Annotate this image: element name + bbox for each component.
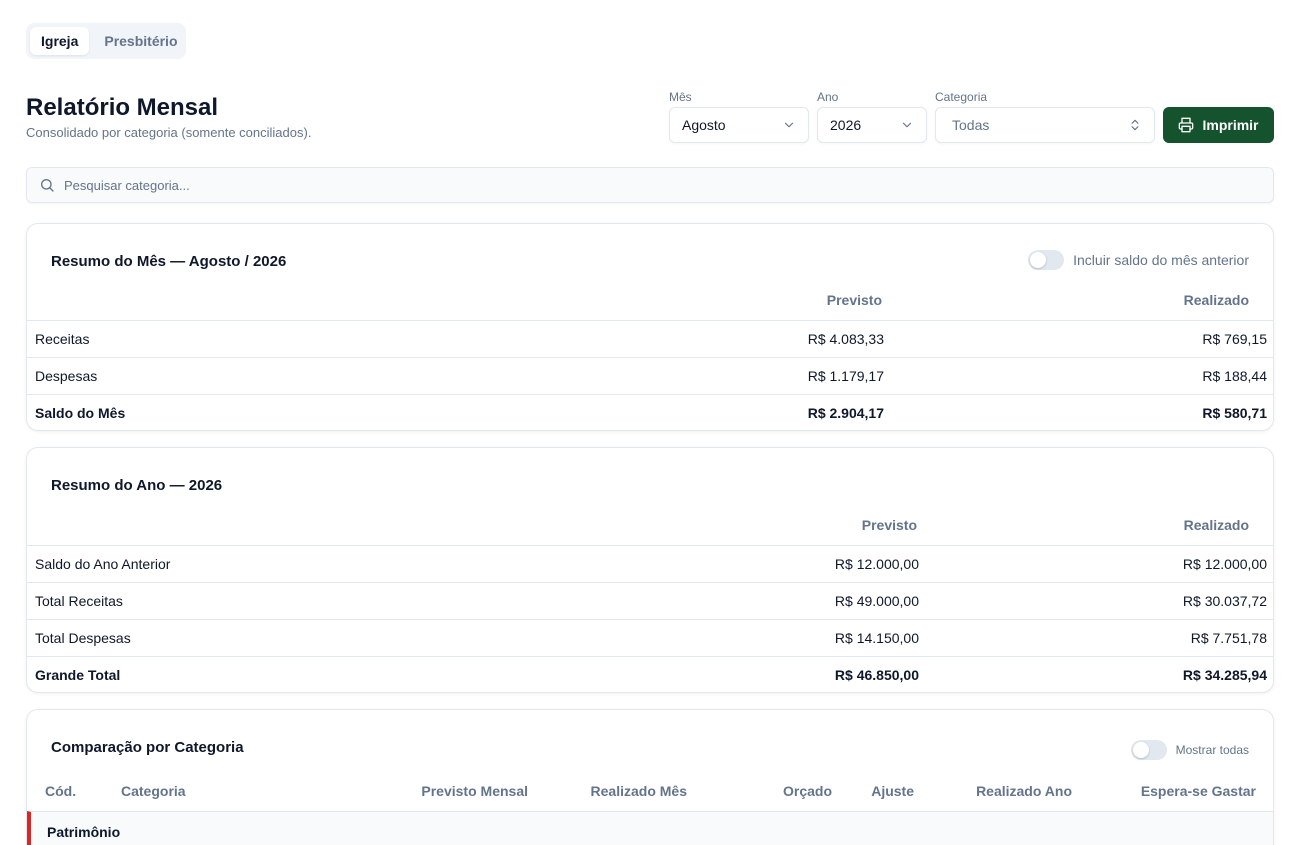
table-row: Total Despesas R$ 14.150,00 R$ 7.751,78 xyxy=(27,619,1273,656)
month-select[interactable]: Agosto xyxy=(669,107,809,143)
row-realizado: R$ 12.000,00 xyxy=(1182,556,1267,572)
row-realizado: R$ 769,15 xyxy=(1202,331,1267,347)
tab-igreja[interactable]: Igreja xyxy=(30,27,90,55)
search-icon xyxy=(41,179,54,192)
column-header-previsto-mensal: Previsto Mensal xyxy=(421,783,528,799)
month-filter-label: Mês xyxy=(669,90,692,104)
category-group-label: Patrimônio xyxy=(47,824,121,840)
column-header-previsto: Previsto xyxy=(861,517,917,533)
page-subtitle: Consolidado por categoria (somente conci… xyxy=(26,125,312,140)
year-select-value: 2026 xyxy=(830,117,862,133)
row-label: Saldo do Mês xyxy=(35,405,126,421)
row-realizado: R$ 188,44 xyxy=(1202,368,1267,384)
row-previsto: R$ 14.150,00 xyxy=(834,630,919,646)
chevron-down-icon xyxy=(784,122,794,128)
column-header-espera-se-gastar: Espera-se Gastar xyxy=(1140,783,1256,799)
row-previsto: R$ 46.850,00 xyxy=(834,667,919,683)
total-row: Saldo do Mês R$ 2.904,17 R$ 580,71 xyxy=(27,394,1273,430)
include-previous-balance-toggle[interactable] xyxy=(1028,250,1065,270)
column-header-realizado: Realizado xyxy=(1183,517,1249,533)
year-filter-label: Ano xyxy=(817,90,839,104)
column-header-cod: Cód. xyxy=(45,783,77,799)
row-previsto: R$ 1.179,17 xyxy=(807,368,884,384)
category-comparison-title: Comparação por Categoria xyxy=(51,739,244,756)
column-header-realizado: Realizado xyxy=(1183,292,1249,308)
print-button[interactable]: Imprimir xyxy=(1163,107,1274,143)
printer-icon xyxy=(1179,117,1194,133)
row-label: Despesas xyxy=(35,368,98,384)
show-all-toggle-wrap: Mostrar todas xyxy=(1130,740,1249,760)
show-all-toggle[interactable] xyxy=(1130,740,1167,760)
context-tabs: Igreja Presbitério xyxy=(26,23,186,59)
category-comparison-card: Comparação por Categoria Mostrar todas C… xyxy=(26,709,1274,845)
chevron-down-icon xyxy=(902,122,912,128)
row-label: Total Despesas xyxy=(35,630,131,646)
month-select-value: Agosto xyxy=(682,117,726,133)
column-header-orcado: Orçado xyxy=(782,783,832,799)
table-row: Receitas R$ 4.083,33 R$ 769,15 xyxy=(27,320,1273,357)
column-header-categoria: Categoria xyxy=(121,783,186,799)
row-label: Saldo do Ano Anterior xyxy=(35,556,171,572)
row-previsto: R$ 4.083,33 xyxy=(807,331,884,347)
search-input[interactable] xyxy=(64,177,1164,193)
search-bar xyxy=(26,167,1274,203)
row-realizado: R$ 7.751,78 xyxy=(1190,630,1267,646)
year-select[interactable]: 2026 xyxy=(817,107,927,143)
column-header-realizado-ano: Realizado Ano xyxy=(976,783,1072,799)
category-filter-label: Categoria xyxy=(935,90,988,104)
table-row: Saldo do Ano Anterior R$ 12.000,00 R$ 12… xyxy=(27,545,1273,582)
include-previous-balance-label: Incluir saldo do mês anterior xyxy=(1073,252,1249,268)
category-select[interactable]: Todas xyxy=(935,107,1155,143)
category-select-value: Todas xyxy=(952,117,990,133)
table-row: Despesas R$ 1.179,17 R$ 188,44 xyxy=(27,357,1273,394)
row-realizado: R$ 30.037,72 xyxy=(1182,593,1267,609)
row-realizado: R$ 34.285,94 xyxy=(1182,667,1267,683)
row-label: Receitas xyxy=(35,331,90,347)
row-previsto: R$ 2.904,17 xyxy=(807,405,884,421)
year-summary-card: Resumo do Ano — 2026 Previsto Realizado … xyxy=(26,447,1274,693)
year-summary-title: Resumo do Ano — 2026 xyxy=(51,477,223,494)
month-summary-card: Resumo do Mês — Agosto / 2026 Incluir sa… xyxy=(26,223,1274,431)
row-previsto: R$ 49.000,00 xyxy=(834,593,919,609)
page-title: Relatório Mensal xyxy=(26,94,219,121)
row-previsto: R$ 12.000,00 xyxy=(834,556,919,572)
show-all-label: Mostrar todas xyxy=(1175,743,1249,757)
include-previous-balance-toggle-wrap: Incluir saldo do mês anterior xyxy=(1028,250,1249,270)
tab-presbiterio[interactable]: Presbitério xyxy=(93,27,188,55)
print-button-label: Imprimir xyxy=(1202,117,1259,133)
category-group-row: Patrimônio xyxy=(27,811,1273,845)
chevrons-up-down-icon xyxy=(1131,119,1139,131)
row-label: Grande Total xyxy=(35,667,121,683)
total-row: Grande Total R$ 46.850,00 R$ 34.285,94 xyxy=(27,656,1273,692)
column-header-realizado-mes: Realizado Mês xyxy=(590,783,687,799)
month-summary-title: Resumo do Mês — Agosto / 2026 xyxy=(51,253,287,270)
column-header-previsto: Previsto xyxy=(826,292,882,308)
row-label: Total Receitas xyxy=(35,593,123,609)
table-row: Total Receitas R$ 49.000,00 R$ 30.037,72 xyxy=(27,582,1273,619)
column-header-ajuste: Ajuste xyxy=(871,783,914,799)
row-realizado: R$ 580,71 xyxy=(1202,405,1267,421)
